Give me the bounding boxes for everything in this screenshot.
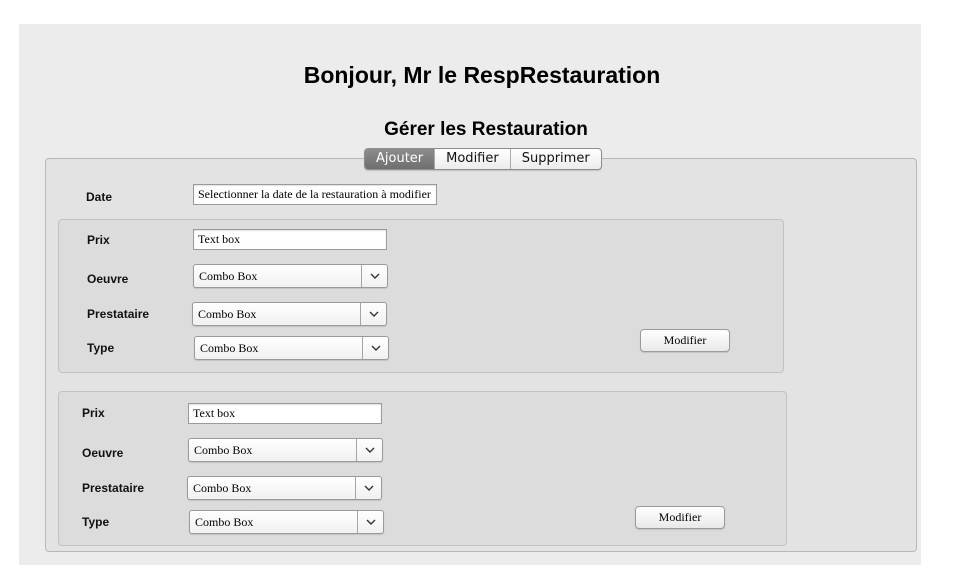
type-combobox[interactable]: Combo Box [194,336,389,360]
prestataire-label: Prestataire [82,481,145,495]
oeuvre-combobox[interactable]: Combo Box [193,264,388,288]
section-title: Gérer les Restauration [384,119,588,140]
prestataire-combobox[interactable]: Combo Box [192,302,387,326]
chevron-down-icon[interactable] [362,337,388,359]
chevron-down-icon[interactable] [356,439,382,461]
prestataire-label: Prestataire [87,307,150,321]
chevron-down-icon[interactable] [360,303,386,325]
type-combobox[interactable]: Combo Box [189,510,384,534]
tab-bar: Ajouter Modifier Supprimer [364,148,602,170]
oeuvre-combobox[interactable]: Combo Box [188,438,383,462]
prix-label: Prix [82,406,105,420]
oeuvre-label: Oeuvre [82,446,124,460]
combo-value: Combo Box [195,515,254,529]
prestataire-combobox[interactable]: Combo Box [187,476,382,500]
combo-value: Combo Box [194,443,253,457]
prix-input[interactable]: Text box [188,403,382,424]
prix-label: Prix [87,233,110,247]
chevron-down-icon[interactable] [357,511,383,533]
tab-modifier[interactable]: Modifier [434,149,510,169]
date-field[interactable]: Selectionner la date de la restauration … [193,184,437,205]
tab-supprimer[interactable]: Supprimer [509,149,601,169]
page-title: Bonjour, Mr le RespRestauration [303,62,661,88]
combo-value: Combo Box [200,341,259,355]
combo-value: Combo Box [198,307,257,321]
modifier-button[interactable]: Modifier [635,506,725,529]
prix-input[interactable]: Text box [193,229,387,250]
tab-ajouter[interactable]: Ajouter [365,149,435,169]
oeuvre-label: Oeuvre [87,272,129,286]
type-label: Type [87,341,115,355]
combo-value: Combo Box [199,269,258,283]
date-label: Date [86,190,113,204]
chevron-down-icon[interactable] [355,477,381,499]
modifier-button[interactable]: Modifier [640,329,730,352]
chevron-down-icon[interactable] [361,265,387,287]
combo-value: Combo Box [193,481,252,495]
type-label: Type [82,515,110,529]
